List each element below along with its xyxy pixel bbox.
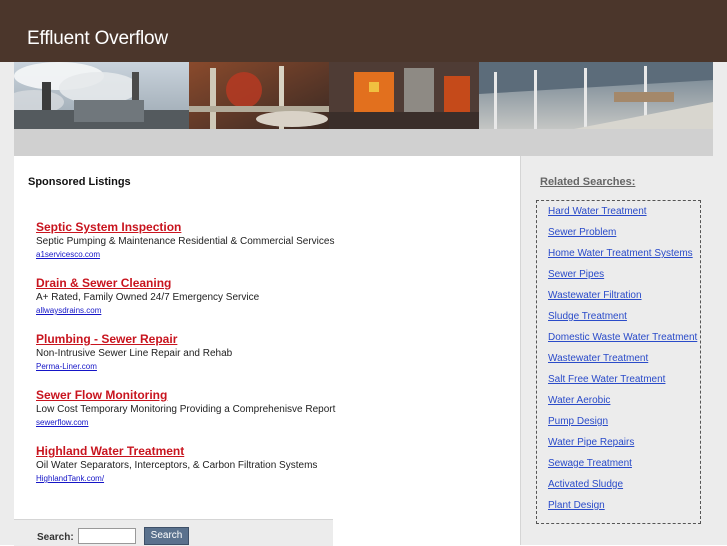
related-link[interactable]: Activated Sludge	[548, 479, 623, 490]
main-content: Sponsored Listings Septic System Inspect…	[14, 156, 520, 546]
listing-title-link[interactable]: Sewer Flow Monitoring	[36, 388, 335, 402]
related-link[interactable]: Salt Free Water Treatment	[548, 374, 665, 385]
related-link[interactable]: Home Water Treatment Systems	[548, 248, 693, 259]
listing-url-link[interactable]: Perma-Liner.com	[36, 362, 232, 371]
related-link[interactable]: Sludge Treatment	[548, 311, 627, 322]
nav-band	[14, 129, 713, 156]
industrial-banner-image	[14, 62, 713, 129]
related-link[interactable]: Water Aerobic	[548, 395, 610, 406]
related-link[interactable]: Pump Design	[548, 416, 608, 427]
listing-item: Septic System Inspection Septic Pumping …	[36, 220, 334, 259]
banner-illustration	[14, 62, 713, 129]
listing-description: Low Cost Temporary Monitoring Providing …	[36, 404, 336, 415]
site-title[interactable]: Effluent Overflow	[27, 28, 168, 50]
listing-description: Oil Water Separators, Interceptors, & Ca…	[36, 460, 318, 471]
site-header: Effluent Overflow	[0, 0, 727, 62]
listing-description: Non-Intrusive Sewer Line Repair and Reha…	[36, 348, 233, 359]
related-searches-list: Hard Water Treatment Sewer Problem Home …	[536, 200, 701, 524]
related-link[interactable]: Water Pipe Repairs	[548, 437, 634, 448]
related-searches-sidebar: Related Searches: Hard Water Treatment S…	[520, 156, 714, 545]
listing-title-link[interactable]: Septic System Inspection	[36, 220, 334, 234]
related-link[interactable]: Domestic Waste Water Treatment	[548, 332, 697, 343]
listing-url-link[interactable]: HighlandTank.com/	[36, 474, 317, 483]
related-link[interactable]: Wastewater Treatment	[548, 353, 648, 364]
related-link[interactable]: Wastewater Filtration	[548, 290, 642, 301]
search-bar: Search: Search	[14, 519, 333, 546]
related-link[interactable]: Sewage Treatment	[548, 458, 632, 469]
listing-item: Sewer Flow Monitoring Low Cost Temporary…	[36, 388, 335, 427]
listing-description: Septic Pumping & Maintenance Residential…	[36, 236, 335, 247]
listing-item: Plumbing - Sewer Repair Non-Intrusive Se…	[36, 332, 232, 371]
listing-title-link[interactable]: Highland Water Treatment	[36, 444, 317, 458]
listing-url-link[interactable]: allwaysdrains.com	[36, 306, 259, 315]
listing-item: Highland Water Treatment Oil Water Separ…	[36, 444, 317, 483]
search-button[interactable]: Search	[144, 527, 189, 545]
related-heading: Related Searches:	[540, 176, 636, 188]
listing-url-link[interactable]: sewerflow.com	[36, 418, 335, 427]
search-input[interactable]	[78, 528, 136, 544]
listing-title-link[interactable]: Drain & Sewer Cleaning	[36, 276, 259, 290]
related-link[interactable]: Plant Design	[548, 500, 605, 511]
related-link[interactable]: Sewer Pipes	[548, 269, 604, 280]
sponsored-heading: Sponsored Listings	[28, 176, 131, 188]
listing-description: A+ Rated, Family Owned 24/7 Emergency Se…	[36, 292, 260, 303]
listing-title-link[interactable]: Plumbing - Sewer Repair	[36, 332, 232, 346]
related-link[interactable]: Hard Water Treatment	[548, 206, 647, 217]
listing-item: Drain & Sewer Cleaning A+ Rated, Family …	[36, 276, 259, 315]
search-label: Search:	[37, 532, 74, 543]
related-link[interactable]: Sewer Problem	[548, 227, 616, 238]
listing-url-link[interactable]: a1servicesco.com	[36, 250, 334, 259]
